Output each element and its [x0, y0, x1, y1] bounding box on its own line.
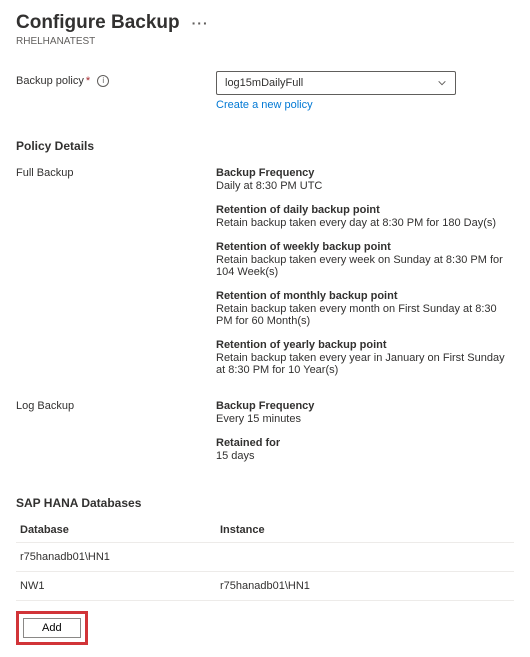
yearly-retention-title: Retention of yearly backup point	[216, 339, 514, 351]
daily-retention-title: Retention of daily backup point	[216, 204, 514, 216]
cell-database: r75hanadb01\HN1	[16, 543, 216, 572]
page-subtitle: RHELHANATEST	[16, 36, 514, 47]
create-policy-link[interactable]: Create a new policy	[216, 99, 313, 111]
log-freq-text: Every 15 minutes	[216, 413, 514, 425]
col-database: Database	[16, 518, 216, 543]
add-button[interactable]: Add	[23, 618, 81, 638]
log-retained-title: Retained for	[216, 437, 514, 449]
yearly-retention-text: Retain backup taken every year in Januar…	[216, 352, 514, 376]
log-freq-title: Backup Frequency	[216, 400, 514, 412]
page-title: Configure Backup	[16, 12, 180, 34]
col-instance: Instance	[216, 518, 514, 543]
info-icon[interactable]: i	[97, 75, 109, 87]
table-row[interactable]: r75hanadb01\HN1	[16, 543, 514, 572]
daily-retention-text: Retain backup taken every day at 8:30 PM…	[216, 217, 514, 229]
policy-details-heading: Policy Details	[16, 139, 514, 153]
log-backup-label: Log Backup	[16, 400, 216, 412]
weekly-retention-text: Retain backup taken every week on Sunday…	[216, 254, 514, 278]
monthly-retention-text: Retain backup taken every month on First…	[216, 303, 514, 327]
backup-policy-select[interactable]: log15mDailyFull	[216, 71, 456, 95]
more-icon[interactable]: ···	[192, 15, 209, 31]
backup-policy-label: Backup policy* i	[16, 71, 216, 87]
databases-heading: SAP HANA Databases	[16, 496, 514, 510]
log-retained-text: 15 days	[216, 450, 514, 462]
backup-policy-value: log15mDailyFull	[225, 77, 303, 89]
full-freq-text: Daily at 8:30 PM UTC	[216, 180, 514, 192]
monthly-retention-title: Retention of monthly backup point	[216, 290, 514, 302]
full-freq-title: Backup Frequency	[216, 167, 514, 179]
table-row[interactable]: NW1 r75hanadb01\HN1	[16, 572, 514, 601]
weekly-retention-title: Retention of weekly backup point	[216, 241, 514, 253]
cell-instance: r75hanadb01\HN1	[216, 572, 514, 601]
databases-table: Database Instance r75hanadb01\HN1 NW1 r7…	[16, 518, 514, 601]
full-backup-label: Full Backup	[16, 167, 216, 179]
cell-database: NW1	[16, 572, 216, 601]
add-button-highlight: Add	[16, 611, 88, 645]
chevron-down-icon	[437, 78, 447, 88]
cell-instance	[216, 543, 514, 572]
